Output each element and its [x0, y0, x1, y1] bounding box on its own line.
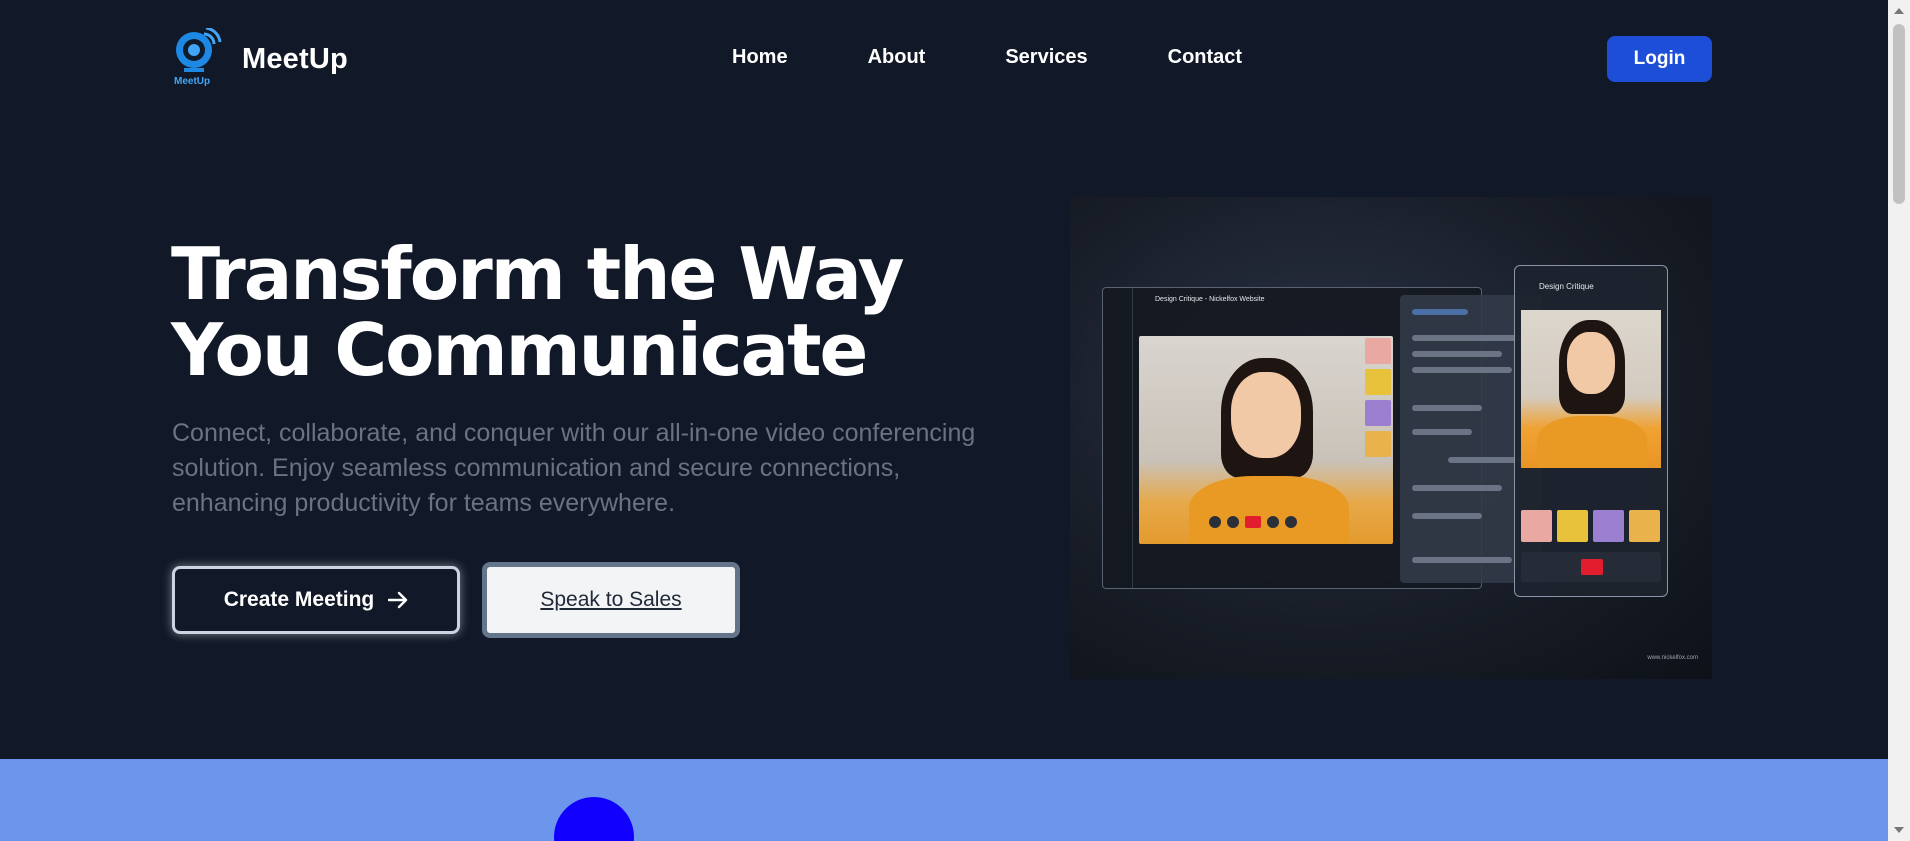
main-nav: Home About Services Contact — [732, 46, 1322, 69]
site-header: MeetUp MeetUp Home About Services Contac… — [0, 0, 1888, 118]
hero-subtitle: Connect, collaborate, and conquer with o… — [172, 419, 976, 517]
call-controls — [1209, 516, 1297, 528]
decorative-circle — [554, 797, 634, 841]
create-meeting-button[interactable]: Create Meeting — [172, 566, 460, 634]
scroll-up-arrow-icon[interactable] — [1894, 8, 1904, 14]
phone-mockup: Design Critique — [1514, 265, 1668, 597]
page-scrollbar[interactable] — [1888, 0, 1910, 841]
image-watermark: www.nickelfox.com — [1647, 655, 1698, 661]
hero-image: Design Critique - Nickelfox Website Desi — [1070, 197, 1712, 679]
phone-video-feed — [1521, 310, 1661, 468]
create-meeting-label: Create Meeting — [223, 588, 375, 611]
app-sidebar — [1103, 288, 1133, 588]
phone-participant-thumbnails — [1521, 510, 1660, 542]
logo-text: MeetUp — [242, 42, 348, 75]
nav-services[interactable]: Services — [1005, 46, 1087, 69]
logo-badge-text: MeetUp — [174, 76, 211, 87]
arrow-right-icon — [388, 591, 408, 609]
hero-title: Transform the Way You Communicate — [171, 232, 905, 392]
login-button[interactable]: Login — [1607, 36, 1712, 82]
logo[interactable]: MeetUp MeetUp — [172, 26, 348, 90]
phone-mockup-title: Design Critique — [1539, 282, 1594, 291]
participant-thumbnails — [1365, 338, 1391, 457]
phone-call-controls — [1521, 552, 1661, 582]
video-feed — [1139, 336, 1393, 544]
next-section-band — [0, 759, 1888, 841]
app-mockup-title: Design Critique - Nickelfox Website — [1155, 296, 1265, 303]
webcam-logo-icon: MeetUp — [172, 26, 224, 90]
nav-home[interactable]: Home — [732, 46, 788, 69]
scroll-down-arrow-icon[interactable] — [1894, 827, 1904, 833]
nav-about[interactable]: About — [868, 46, 926, 69]
speak-to-sales-button[interactable]: Speak to Sales — [482, 562, 740, 638]
scroll-thumb[interactable] — [1893, 24, 1905, 204]
nav-contact[interactable]: Contact — [1168, 46, 1242, 69]
